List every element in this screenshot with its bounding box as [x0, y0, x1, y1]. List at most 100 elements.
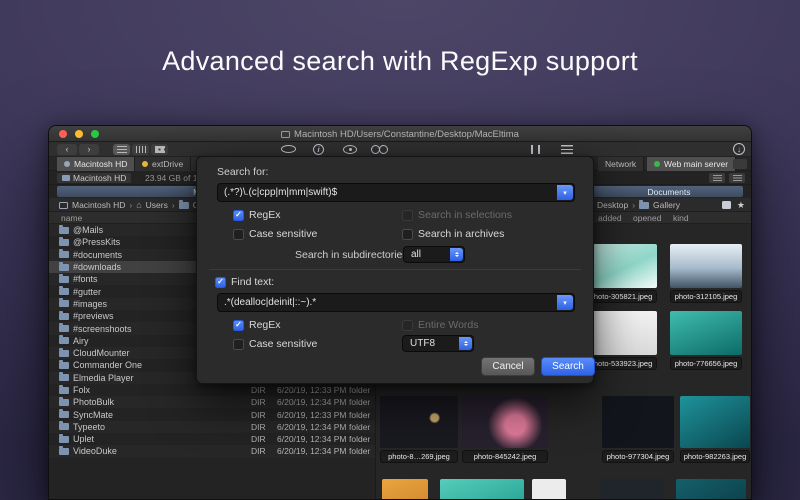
photo-thumbnail-cutoff[interactable]	[600, 479, 664, 499]
breadcrumb-root[interactable]: Macintosh HD	[72, 200, 125, 210]
photo-item[interactable]: photo-305821.jpeg	[585, 244, 657, 303]
list-view-button[interactable]	[113, 144, 130, 155]
photo-filename: photo-8…269.jpeg	[380, 450, 458, 463]
photo-item[interactable]: photo-312105.jpeg	[670, 244, 742, 303]
photo-item[interactable]: photo-533923.jpeg	[585, 311, 657, 370]
file-name: #downloads	[73, 262, 121, 272]
tab-web-main-server[interactable]: Web main server	[647, 157, 736, 171]
search-pattern-input[interactable]	[218, 184, 574, 201]
photo-thumbnail	[585, 244, 657, 288]
tab-network[interactable]: Network	[598, 157, 644, 171]
photo-item[interactable]: photo-776656.jpeg	[670, 311, 742, 370]
download-icon[interactable]: ↓	[733, 143, 745, 155]
file-name: Uplet	[73, 434, 94, 444]
window-proxy-icon	[281, 131, 290, 138]
close-button[interactable]	[59, 130, 67, 138]
right-volume-label: Documents	[595, 187, 743, 197]
list-item[interactable]: Typeeto DIR6/20/19, 12:34 PMfolder	[49, 421, 375, 433]
extdrive-dot-icon	[142, 161, 148, 167]
check-icon: ✓	[217, 278, 224, 286]
list-item[interactable]: Folx DIR6/20/19, 12:33 PMfolder	[49, 384, 375, 396]
file-name: Folx	[73, 385, 90, 395]
folder-icon	[639, 202, 649, 209]
column-added[interactable]: added	[598, 213, 622, 223]
folder-icon	[59, 239, 69, 246]
photo-item[interactable]: photo-982263.jpeg	[680, 396, 750, 463]
file-name: #images	[73, 299, 107, 309]
left-breadcrumb: Macintosh HD › ⌂ Users › Con…	[59, 198, 217, 212]
dialog-divider	[209, 269, 581, 270]
tab-overflow-button[interactable]	[733, 159, 747, 169]
hidden-files-eye-icon[interactable]	[343, 145, 357, 154]
favorite-star-icon[interactable]: ★	[737, 201, 745, 210]
grid-view-icon[interactable]	[722, 201, 731, 209]
thumbnail-view-button[interactable]	[151, 144, 168, 155]
entire-words-label: Entire Words	[418, 319, 479, 331]
column-name[interactable]: name	[61, 213, 82, 223]
encoding-value: UTF8	[410, 338, 435, 349]
photo-thumbnail-cutoff[interactable]	[676, 479, 746, 499]
queue-list-icon[interactable]	[561, 145, 573, 154]
photo-thumbnail	[670, 311, 742, 355]
file-name: SyncMate	[73, 410, 113, 420]
column-opened[interactable]: opened	[633, 213, 661, 223]
volume-selector[interactable]: Macintosh HD	[57, 173, 131, 183]
case-sensitive-checkbox[interactable]: Case sensitive	[233, 228, 317, 240]
list-item[interactable]: PhotoBulk DIR6/20/19, 12:34 PMfolder	[49, 396, 375, 408]
file-name: Commander One	[73, 360, 142, 370]
find-pattern-dropdown-button[interactable]: ▾	[557, 295, 573, 310]
cancel-button[interactable]: Cancel	[481, 357, 535, 376]
case-sensitive-label: Case sensitive	[249, 338, 317, 350]
folder-icon	[59, 276, 69, 283]
window-title-wrap: Macintosh HD/Users/Constantine/Desktop/M…	[49, 126, 751, 142]
search-pattern-dropdown-button[interactable]: ▾	[557, 185, 573, 200]
search-button[interactable]: Search	[541, 357, 595, 376]
pause-icon[interactable]	[531, 145, 540, 154]
home-icon: ⌂	[136, 201, 141, 210]
folder-icon	[59, 313, 69, 320]
folder-icon	[59, 300, 69, 307]
search-in-archives-checkbox[interactable]: Search in archives	[402, 228, 504, 240]
photo-thumbnail-cutoff[interactable]	[440, 479, 524, 499]
regex-checkbox[interactable]: ✓ RegEx	[233, 209, 281, 221]
minimize-button[interactable]	[75, 130, 83, 138]
sort-panel-button[interactable]	[709, 173, 725, 183]
find-case-sensitive-checkbox[interactable]: Case sensitive	[233, 338, 317, 350]
column-view-button[interactable]	[132, 144, 149, 155]
info-icon[interactable]: i	[313, 144, 324, 155]
zoom-button[interactable]	[91, 130, 99, 138]
photo-thumbnail-cutoff[interactable]	[382, 479, 428, 499]
list-item[interactable]: SyncMate DIR6/20/19, 12:33 PMfolder	[49, 408, 375, 420]
list-item[interactable]: Uplet DIR6/20/19, 12:34 PMfolder	[49, 433, 375, 445]
photo-thumbnail	[680, 396, 750, 448]
photo-item[interactable]: photo-977304.jpeg	[602, 396, 674, 463]
breadcrumb-gallery[interactable]: Gallery	[653, 200, 680, 210]
window-title: Macintosh HD/Users/Constantine/Desktop/M…	[294, 129, 519, 140]
subdirectories-popup[interactable]: all	[403, 246, 465, 263]
file-name: Elmedia Player	[73, 373, 134, 383]
back-button[interactable]: ‹	[57, 144, 77, 155]
file-modified: 6/20/19, 12:34 PM	[277, 446, 346, 456]
tab-label: Macintosh HD	[74, 159, 127, 169]
find-text-checkbox[interactable]: ✓ Find text:	[215, 276, 274, 288]
search-binoculars-icon[interactable]	[371, 145, 388, 154]
chevron-icon: ›	[172, 200, 175, 210]
tab-extdrive[interactable]: extDrive	[135, 157, 191, 171]
encoding-popup[interactable]: UTF8	[402, 335, 474, 352]
list-item[interactable]: VideoDuke DIR6/20/19, 12:34 PMfolder	[49, 445, 375, 457]
tab-macintosh-hd[interactable]: Macintosh HD	[57, 157, 135, 171]
forward-button[interactable]: ›	[79, 144, 99, 155]
find-pattern-input[interactable]	[218, 294, 574, 311]
find-text-label: Find text:	[231, 276, 274, 288]
photo-item[interactable]: photo-845242.jpeg	[462, 396, 548, 463]
column-kind[interactable]: kind	[673, 213, 689, 223]
mini-drive-icon	[62, 175, 70, 181]
photo-item[interactable]: photo-8…269.jpeg	[380, 396, 458, 463]
breadcrumb-desktop[interactable]: Desktop	[597, 200, 628, 210]
breadcrumb-users[interactable]: Users	[146, 200, 168, 210]
connect-icon[interactable]	[281, 145, 296, 153]
photo-thumbnail-cutoff[interactable]	[532, 479, 566, 499]
view-panel-button[interactable]	[729, 173, 745, 183]
photo-filename: photo-977304.jpeg	[602, 450, 674, 463]
find-regex-checkbox[interactable]: ✓ RegEx	[233, 319, 281, 331]
